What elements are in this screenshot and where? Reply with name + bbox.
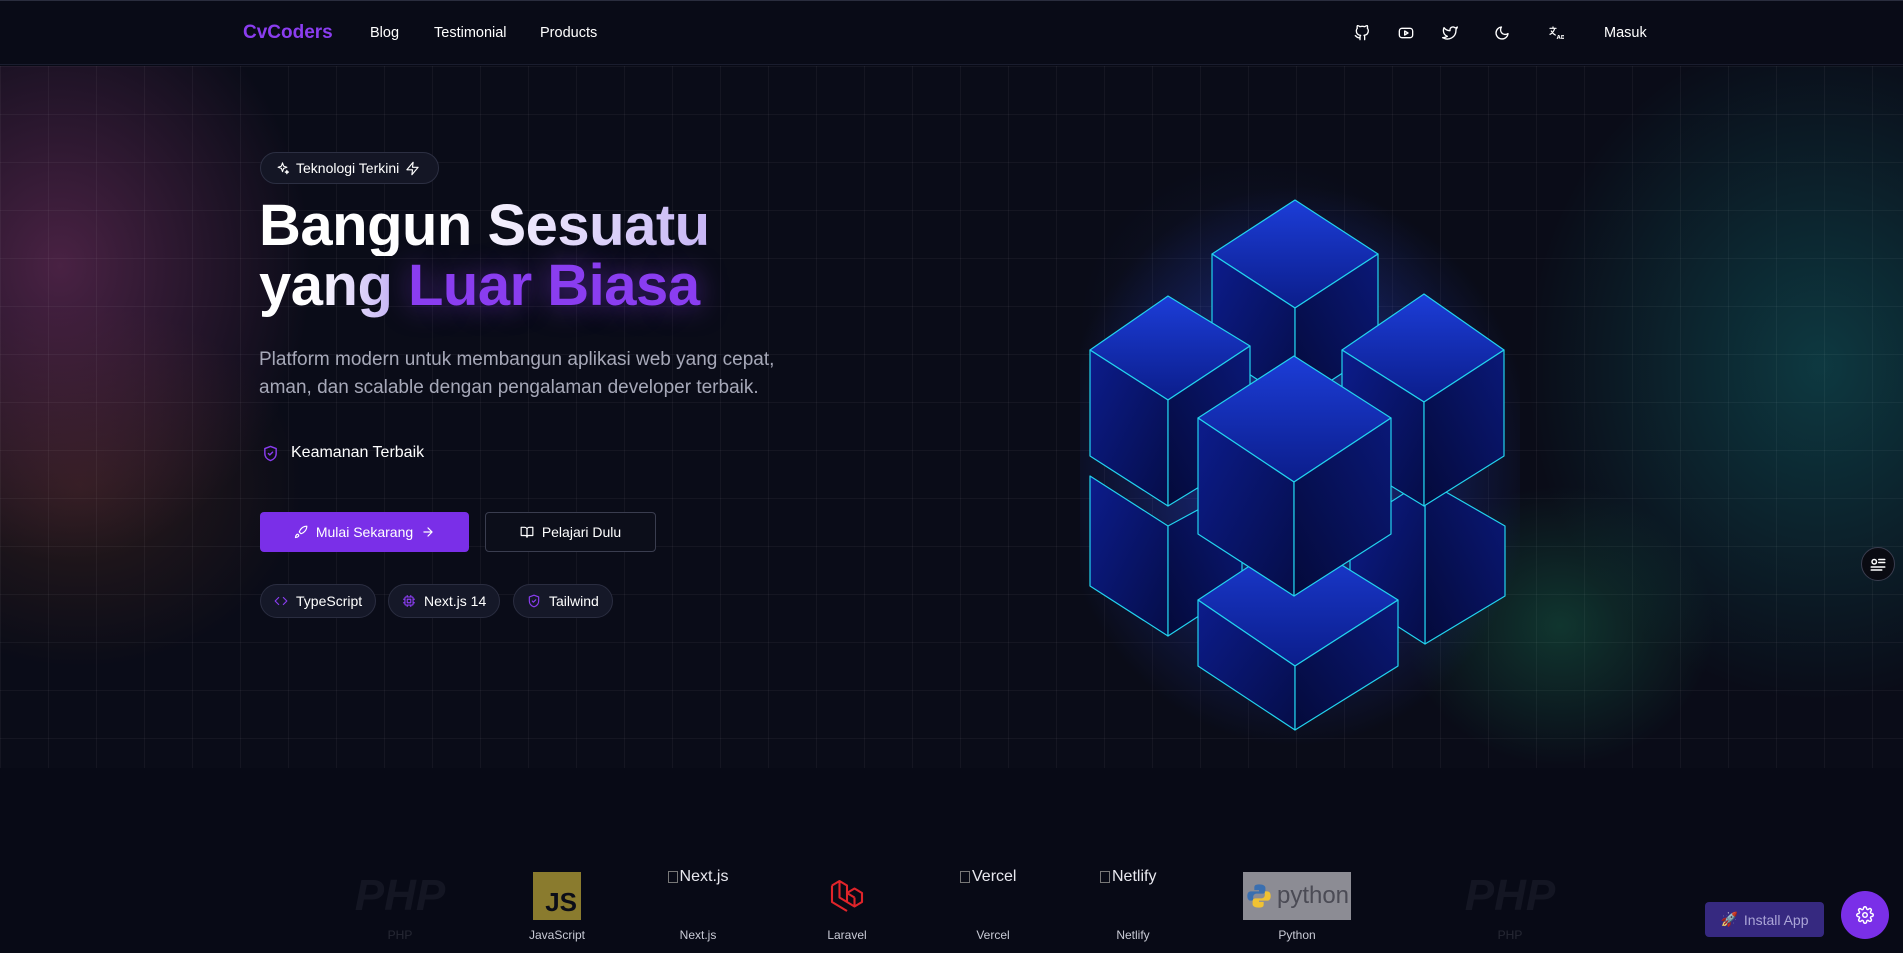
side-panel-toggle-button[interactable] <box>1861 547 1895 581</box>
nextjs-broken-image: Next.js <box>664 868 732 886</box>
vercel-broken-image: Vercel <box>960 868 1026 886</box>
feature-label: Keamanan Terbaik <box>291 444 425 461</box>
logo-caption: Next.js <box>679 928 717 942</box>
code-icon <box>274 596 288 606</box>
python-icon <box>1247 884 1271 908</box>
install-app-button[interactable]: 🚀 Install App <box>1705 902 1824 937</box>
logo-caption: PHP <box>387 928 413 942</box>
nextjs-alt-text: Next.js <box>679 868 729 885</box>
nav-link-blog[interactable]: Blog <box>370 25 399 41</box>
translate-icon[interactable]: AD <box>1546 23 1566 43</box>
chip-tailwind: Tailwind <box>513 584 613 618</box>
hero-subtitle-line1: Platform modern untuk membangun aplikasi… <box>259 349 775 370</box>
learn-first-label: Pelajari Dulu <box>541 524 622 540</box>
chip-label: Tailwind <box>549 593 599 609</box>
brand-logo[interactable]: CvCoders <box>243 22 333 44</box>
learn-first-button[interactable]: Pelajari Dulu <box>485 512 656 552</box>
hero-title-accent: Luar Biasa <box>408 253 700 318</box>
book-open-icon <box>520 526 534 538</box>
netlify-broken-image: Netlify <box>1100 868 1166 886</box>
login-link[interactable]: Masuk <box>1604 25 1647 41</box>
moon-icon[interactable] <box>1492 23 1512 43</box>
arrow-right-icon <box>423 527 433 537</box>
logo-netlify: Netlify Netlify <box>1100 868 1166 942</box>
python-logo-image: python <box>1243 872 1351 920</box>
start-now-label: Mulai Sekarang <box>315 524 414 540</box>
badge-label: Teknologi Terkini <box>296 160 400 176</box>
hero-title-line1: Bangun Sesuatu <box>259 193 710 258</box>
php-logo-image: PHP <box>1464 871 1556 920</box>
python-logo-text: python <box>1276 882 1350 909</box>
chip-label: TypeScript <box>296 593 363 609</box>
install-app-label: Install App <box>1743 911 1809 928</box>
logo-javascript: JS JavaScript <box>528 868 586 942</box>
logo-caption: JavaScript <box>528 928 586 942</box>
vercel-alt-text: Vercel <box>972 868 1017 885</box>
logo-caption: Netlify <box>1116 928 1150 942</box>
hero-section: Teknologi Terkini Bangun Sesuatu yang Lu… <box>0 66 1903 768</box>
logo-laravel: Laravel <box>818 868 876 942</box>
svg-text:AD: AD <box>1557 35 1564 41</box>
js-logo-text: JS <box>545 887 577 917</box>
rocket-emoji-icon: 🚀 <box>1720 911 1738 927</box>
shield-check-icon <box>528 594 540 608</box>
laravel-icon <box>830 879 864 912</box>
nav-link-products[interactable]: Products <box>540 25 597 41</box>
chip-typescript: TypeScript <box>260 584 377 618</box>
hero-title-line2: yang <box>259 253 393 318</box>
tech-badge: Teknologi Terkini <box>260 152 439 184</box>
logo-caption: PHP <box>1497 928 1523 942</box>
logo-php-faded-2: PHP PHP <box>1460 868 1560 942</box>
gear-icon <box>1856 906 1874 924</box>
twitter-icon[interactable] <box>1440 23 1460 43</box>
youtube-icon[interactable] <box>1396 23 1416 43</box>
sparkles-icon <box>277 161 290 174</box>
netlify-alt-text: Netlify <box>1112 868 1157 885</box>
chip-label: Next.js 14 <box>424 593 487 609</box>
logo-caption: Vercel <box>976 928 1010 942</box>
js-logo-image: JS <box>533 872 581 920</box>
cube-cluster-illustration <box>1080 186 1520 746</box>
rocket-icon <box>294 525 308 539</box>
logo-php-faded: PHP PHP <box>350 868 450 942</box>
chip-nextjs: Next.js 14 <box>388 584 501 618</box>
nav-link-testimonial[interactable]: Testimonial <box>434 25 507 41</box>
hero-subtitle-line2: aman, dan scalable dengan pengalaman dev… <box>259 377 759 398</box>
cpu-icon <box>403 595 415 607</box>
zap-icon <box>406 161 419 175</box>
logo-vercel: Vercel Vercel <box>960 868 1026 942</box>
feature-item: Keamanan Terbaik <box>262 444 424 462</box>
logo-caption: Laravel <box>827 928 867 942</box>
start-now-button[interactable]: Mulai Sekarang <box>260 512 469 552</box>
logo-caption: Python <box>1278 928 1316 942</box>
navbar: CvCoders Blog Testimonial Products AD Ma… <box>0 0 1903 65</box>
logo-nextjs: Next.js Next.js <box>664 868 732 942</box>
hero-title: Bangun Sesuatu yang Luar Biasa <box>259 196 710 316</box>
hero-subtitle: Platform modern untuk membangun aplikasi… <box>259 346 829 402</box>
github-icon[interactable] <box>1352 23 1372 43</box>
list-settings-icon <box>1870 558 1886 571</box>
logo-python: python Python <box>1243 868 1351 942</box>
settings-fab-button[interactable] <box>1841 891 1889 939</box>
php-logo-image: PHP <box>354 871 446 920</box>
shield-check-icon <box>264 445 277 461</box>
